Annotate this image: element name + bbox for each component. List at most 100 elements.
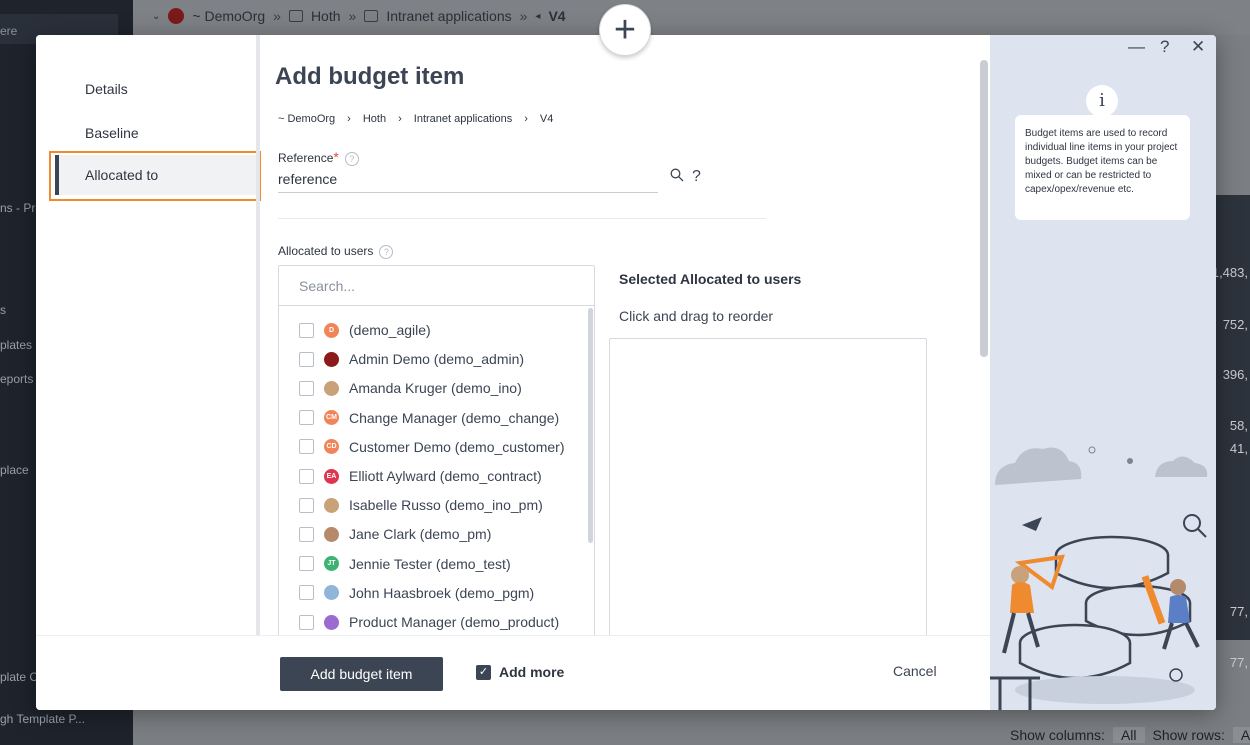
user-name: Amanda Kruger (demo_ino) xyxy=(349,380,522,397)
check-icon: ✓ xyxy=(476,664,491,680)
breadcrumb-item[interactable]: V4 xyxy=(540,113,553,125)
users-search-input[interactable]: Search... xyxy=(279,266,594,306)
user-list-item[interactable]: CD Customer Demo (demo_customer) xyxy=(299,437,565,457)
help-icon[interactable]: ? xyxy=(1160,37,1169,57)
book-icon xyxy=(364,10,379,22)
user-checkbox[interactable] xyxy=(299,380,314,396)
add-more-label: Add more xyxy=(499,664,565,680)
user-list-item[interactable]: Admin Demo (demo_admin) xyxy=(299,349,524,369)
breadcrumb-item[interactable]: ~ DemoOrg xyxy=(278,113,335,125)
question-icon[interactable]: ? xyxy=(692,168,701,186)
background-sidebar-item: plates xyxy=(0,338,33,352)
table-value: 77, xyxy=(1229,604,1248,619)
breadcrumb-item: Intranet applications xyxy=(386,8,512,24)
user-checkbox[interactable] xyxy=(299,410,314,426)
user-avatar-icon xyxy=(324,497,339,513)
users-list-scrollbar[interactable] xyxy=(588,308,593,543)
user-list-item[interactable]: CM Change Manager (demo_change) xyxy=(299,408,559,428)
add-budget-item-button[interactable]: Add budget item xyxy=(280,657,443,691)
user-checkbox[interactable] xyxy=(299,322,314,338)
chevron-down-icon: ⌄ xyxy=(152,10,161,22)
reference-label-text: Reference xyxy=(278,151,334,165)
show-columns-label: Show columns: xyxy=(1010,727,1105,743)
user-checkbox[interactable] xyxy=(299,585,314,601)
user-avatar-icon: D xyxy=(324,322,339,338)
illustration-people-coins xyxy=(990,446,1208,710)
modal-breadcrumb: ~ DemoOrg › Hoth › Intranet applications… xyxy=(278,113,553,125)
background-breadcrumb: ⌄ ~ DemoOrg » Hoth » Intranet applicatio… xyxy=(152,8,566,24)
user-list-item[interactable]: Jane Clark (demo_pm) xyxy=(299,524,491,544)
user-list-item[interactable]: Product Manager (demo_product) xyxy=(299,612,559,632)
add-budget-item-modal: Details Baseline Allocated to Add budget… xyxy=(36,35,1216,710)
user-name: Elliott Aylward (demo_contract) xyxy=(349,468,542,484)
book-icon xyxy=(288,10,303,22)
modal-nav: Details Baseline Allocated to xyxy=(36,35,261,635)
user-list-item[interactable]: Isabelle Russo (demo_ino_pm) xyxy=(299,495,543,515)
background-sidebar-item: s xyxy=(0,303,6,317)
minimize-icon[interactable]: — xyxy=(1128,37,1145,57)
add-icon[interactable]: + xyxy=(599,4,651,56)
breadcrumb-separator: › xyxy=(398,113,402,125)
show-rows-select[interactable]: A xyxy=(1232,727,1250,743)
help-icon[interactable]: ? xyxy=(344,151,359,166)
breadcrumb-item: Hoth xyxy=(310,8,341,24)
required-mark: * xyxy=(333,149,339,165)
modal-content: Add budget item ~ DemoOrg › Hoth › Intra… xyxy=(260,35,990,648)
user-avatar-icon: CM xyxy=(324,410,339,426)
nav-details[interactable]: Details xyxy=(85,81,128,97)
breadcrumb-item: ~ DemoOrg xyxy=(192,8,266,24)
reference-input[interactable]: reference xyxy=(278,169,658,193)
user-avatar-icon xyxy=(324,614,339,630)
info-panel: — ? ✕ i Budget items are used to record … xyxy=(990,35,1216,710)
cancel-button[interactable]: Cancel xyxy=(893,663,937,679)
table-value: 58, xyxy=(1229,418,1248,433)
close-icon[interactable]: ✕ xyxy=(1191,37,1205,57)
user-list-item[interactable]: D (demo_agile) xyxy=(299,320,431,340)
user-list-item[interactable]: Amanda Kruger (demo_ino) xyxy=(299,378,522,398)
nav-baseline[interactable]: Baseline xyxy=(85,125,139,141)
help-icon[interactable]: ? xyxy=(379,244,394,259)
selected-users-box[interactable] xyxy=(609,338,927,648)
user-list-item[interactable]: John Haasbroek (demo_pgm) xyxy=(299,583,534,603)
user-checkbox[interactable] xyxy=(299,614,314,630)
breadcrumb-item[interactable]: Hoth xyxy=(363,113,386,125)
user-name: Customer Demo (demo_customer) xyxy=(349,438,565,455)
user-avatar-icon xyxy=(324,380,339,396)
show-columns-select[interactable]: All xyxy=(1112,727,1145,743)
user-name: Admin Demo (demo_admin) xyxy=(349,351,525,368)
users-list: Search... D (demo_agile) Admin Demo (demo_… xyxy=(278,265,595,645)
modal-scrollbar[interactable] xyxy=(980,60,988,357)
search-icon[interactable] xyxy=(670,168,684,185)
user-checkbox[interactable] xyxy=(299,468,314,484)
allocated-users-label-text: Allocated to users xyxy=(278,244,374,258)
breadcrumb-separator: › xyxy=(347,113,351,125)
section-divider xyxy=(278,218,766,219)
add-more-checkbox[interactable]: ✓ Add more xyxy=(476,664,564,680)
user-checkbox[interactable] xyxy=(299,439,314,455)
selected-users-title: Selected Allocated to users xyxy=(619,271,802,287)
allocated-users-label: Allocated to users? xyxy=(278,244,394,259)
user-checkbox[interactable] xyxy=(299,497,314,513)
user-list-item[interactable]: EA Elliott Aylward (demo_contract) xyxy=(299,466,542,486)
breadcrumb-item[interactable]: Intranet applications xyxy=(414,113,512,125)
user-avatar-icon xyxy=(324,351,339,367)
user-checkbox[interactable] xyxy=(299,351,314,367)
modal-title: Add budget item xyxy=(275,63,465,90)
background-sidebar-item: place xyxy=(0,463,29,477)
breadcrumb-separator: » xyxy=(348,8,357,24)
user-avatar-icon xyxy=(324,585,339,601)
user-checkbox[interactable] xyxy=(299,556,314,572)
table-value: 1,483, xyxy=(1211,265,1248,280)
breadcrumb-separator: › xyxy=(524,113,528,125)
breadcrumb-item: V4 xyxy=(548,8,566,24)
user-list-item[interactable]: JT Jennie Tester (demo_test) xyxy=(299,554,511,574)
user-name: John Haasbroek (demo_pgm) xyxy=(349,584,535,601)
org-icon xyxy=(168,8,185,24)
user-name: (demo_agile) xyxy=(349,322,431,338)
user-name: Jane Clark (demo_pm) xyxy=(349,526,492,543)
user-checkbox[interactable] xyxy=(299,526,314,542)
user-avatar-icon: EA xyxy=(324,468,339,484)
info-icon: i xyxy=(1086,85,1118,117)
table-value: 396, xyxy=(1222,367,1248,382)
breadcrumb-separator: » xyxy=(519,8,528,24)
